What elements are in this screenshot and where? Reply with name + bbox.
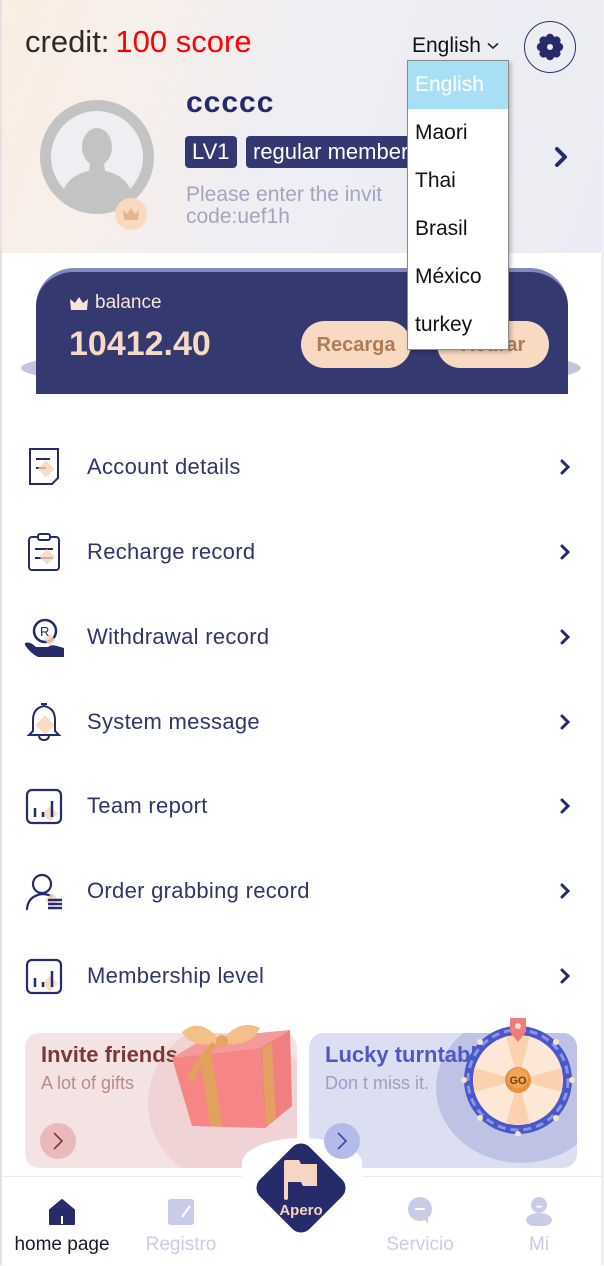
menu-label: Recharge record: [87, 539, 256, 564]
chevron-right-icon: [560, 798, 571, 814]
document-icon: [29, 448, 59, 485]
username: ccccc: [186, 86, 275, 119]
credit-label: credit:: [25, 24, 110, 59]
balance-label-text: balance: [95, 292, 162, 313]
chevron-down-icon: [487, 42, 499, 50]
chevron-right-icon: [560, 714, 571, 730]
bar-chart-icon: [25, 958, 63, 995]
menu-item-membership-level[interactable]: Membership level: [2, 946, 598, 1006]
chevron-right-icon: [53, 1132, 64, 1150]
nav-label: home page: [14, 1234, 110, 1255]
menu-label: Team report: [87, 793, 208, 818]
chevron-right-icon: [560, 459, 571, 475]
lucky-wheel-icon: GO: [461, 1018, 575, 1136]
hand-coin-icon: R: [25, 618, 64, 657]
chevron-right-icon: [555, 147, 567, 167]
menu-item-account-details[interactable]: Account details: [2, 437, 598, 497]
crown-icon: [70, 296, 88, 310]
menu-item-recharge-record[interactable]: Recharge record: [2, 522, 598, 582]
invite-hint-line2: code:uef1h: [186, 205, 290, 228]
avatar[interactable]: [40, 100, 154, 214]
language-current: English: [412, 34, 481, 57]
gear-icon: [536, 33, 564, 61]
user-icon: [526, 1197, 552, 1226]
settings-button[interactable]: [524, 21, 576, 73]
bar-chart-icon: [25, 788, 63, 825]
menu-item-team-report[interactable]: Team report: [2, 776, 598, 836]
language-option-english[interactable]: English: [408, 61, 508, 109]
menu-label: Account details: [87, 454, 241, 479]
chat-icon: [408, 1197, 432, 1224]
member-type-badge: regular member: [246, 136, 416, 168]
invite-go-button[interactable]: [40, 1123, 76, 1159]
invite-hint-line1: Please enter the invit: [186, 184, 383, 206]
language-option-brasil[interactable]: Brasil: [408, 205, 508, 253]
wheel-go-label: GO: [509, 1075, 527, 1087]
chevron-right-icon: [560, 629, 571, 645]
menu-label: Withdrawal record: [87, 624, 270, 649]
home-icon: [49, 1199, 75, 1225]
recharge-button[interactable]: Recarga: [301, 321, 411, 368]
clipboard-icon: [28, 533, 60, 571]
nav-mi[interactable]: Mi: [489, 1196, 589, 1256]
menu-item-order-grabbing-record[interactable]: Order grabbing record: [2, 861, 598, 921]
lucky-subtitle: Don t miss it.: [325, 1073, 430, 1093]
chevron-right-icon: [560, 883, 571, 899]
nav-home[interactable]: home page: [12, 1196, 112, 1256]
user-list-icon: [25, 873, 62, 911]
chevron-right-icon: [560, 968, 571, 984]
lucky-go-button[interactable]: [324, 1123, 360, 1159]
nav-servicio[interactable]: Servicio: [370, 1196, 470, 1256]
chevron-right-icon: [337, 1132, 348, 1150]
credit-value: 100 score: [115, 24, 252, 59]
menu-label: Membership level: [87, 963, 265, 988]
menu-label: Order grabbing record: [87, 878, 310, 903]
user-silhouette-icon: [63, 128, 131, 203]
language-select[interactable]: English: [412, 34, 499, 58]
language-option-turkey[interactable]: turkey: [408, 301, 508, 349]
level-badge: LV1: [185, 136, 237, 168]
crown-icon: [123, 208, 139, 220]
crown-badge: [115, 198, 147, 230]
menu-item-system-message[interactable]: System message: [2, 692, 598, 752]
nav-label: Servicio: [386, 1234, 454, 1255]
credit-display: credit: 100 score: [25, 24, 252, 60]
profile-detail-button[interactable]: [553, 145, 569, 174]
menu-label: System message: [87, 709, 260, 734]
language-dropdown: English Maori Thai Brasil México turkey: [407, 60, 509, 350]
invite-title: Invite friends: [41, 1042, 178, 1067]
chevron-right-icon: [560, 544, 571, 560]
menu-item-withdrawal-record[interactable]: R Withdrawal record: [2, 607, 598, 667]
language-option-mexico[interactable]: México: [408, 253, 508, 301]
nav-label: Mi: [528, 1234, 550, 1255]
balance-value: 10412.40: [69, 325, 211, 363]
bell-icon: [26, 703, 62, 742]
gift-box-icon: [172, 1024, 292, 1128]
edit-icon: [168, 1199, 194, 1225]
nav-label: Registro: [145, 1234, 217, 1255]
language-option-maori[interactable]: Maori: [408, 109, 508, 157]
nav-registro[interactable]: Registro: [131, 1196, 231, 1256]
invite-code-hint[interactable]: Please enter the invit code:uef1h: [186, 184, 408, 228]
invite-subtitle: A lot of gifts: [41, 1073, 135, 1093]
language-option-thai[interactable]: Thai: [408, 157, 508, 205]
balance-label: balance: [69, 292, 162, 314]
